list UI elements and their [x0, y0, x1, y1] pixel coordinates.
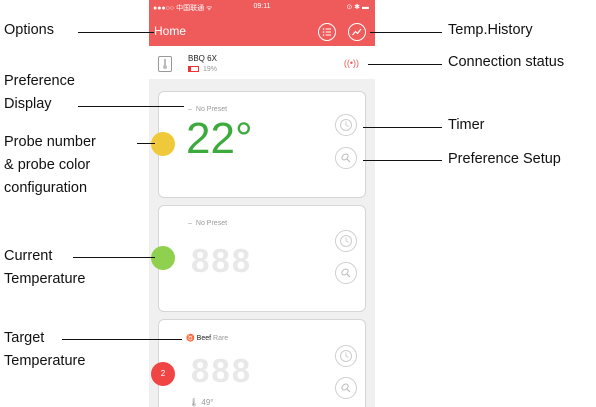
temperature-placeholder: 888 — [191, 242, 253, 279]
label-current-temp-1: Current — [4, 248, 53, 264]
current-temperature: 22° — [186, 114, 253, 163]
bull-icon: ♉ — [186, 335, 195, 342]
label-temp-history: Temp.History — [448, 22, 533, 38]
preset-label: No Preset — [195, 106, 228, 113]
drumstick-gear-icon — [341, 153, 351, 163]
nav-bar: Home — [149, 14, 375, 46]
phone-screen: ●●●○○ 中国联通 ᯤ 09:11 ⊙ ✱ ▬ Home BBQ 6X 19%… — [149, 0, 375, 407]
leader-line — [370, 32, 442, 33]
label-probe-config-1: Probe number — [4, 134, 96, 150]
leader-line — [137, 143, 155, 144]
timer-button[interactable] — [335, 230, 357, 252]
device-name: BBQ 6X — [188, 54, 217, 63]
leader-line — [363, 160, 442, 161]
label-connection-status: Connection status — [448, 54, 565, 70]
options-button[interactable] — [318, 23, 336, 41]
temperature-placeholder: 888 — [191, 352, 253, 389]
preset-dash: – — [188, 220, 192, 227]
probe-card-3[interactable]: ♉ Beef Rare 2 888 🌡 49° — [151, 319, 366, 407]
status-icons: ⊙ ✱ ▬ — [346, 4, 369, 11]
drumstick-gear-icon — [341, 268, 351, 278]
trend-chart-icon — [352, 28, 362, 36]
label-timer: Timer — [448, 117, 485, 133]
device-row[interactable]: BBQ 6X 19% ((•)) — [149, 46, 375, 79]
clock-icon — [340, 235, 352, 247]
leader-line — [368, 64, 442, 65]
timer-button[interactable] — [335, 114, 357, 136]
thermometer-device-icon — [158, 56, 172, 72]
battery-icon — [188, 66, 199, 73]
target-temperature-value: 49° — [201, 398, 214, 407]
preference-setup-button[interactable] — [335, 377, 357, 399]
label-target-temp-2: Temperature — [4, 353, 86, 369]
label-target-temp-1: Target — [4, 330, 45, 346]
target-temperature-small: 🌡 49° — [189, 398, 214, 407]
list-icon — [322, 28, 331, 36]
probe-color-dot[interactable] — [151, 246, 175, 270]
label-preference-setup: Preference Setup — [448, 151, 561, 167]
leader-line — [78, 106, 184, 107]
battery-level: 19% — [188, 66, 217, 73]
label-options: Options — [4, 22, 54, 38]
leader-line — [62, 339, 182, 340]
wireless-signal-icon: ((•)) — [343, 58, 359, 68]
timer-button[interactable] — [335, 345, 357, 367]
page-title: Home — [154, 24, 187, 38]
preset-display[interactable]: – No Preset — [188, 106, 227, 113]
drumstick-gear-icon — [341, 383, 351, 393]
probe-color-dot[interactable]: 2 — [151, 362, 175, 386]
preset-display[interactable]: – No Preset — [188, 220, 227, 227]
clock-icon — [340, 350, 352, 362]
temp-history-button[interactable] — [348, 23, 366, 41]
clock-icon — [340, 119, 352, 131]
preset-meat: Beef — [196, 335, 212, 342]
preset-display[interactable]: ♉ Beef Rare — [186, 334, 228, 342]
label-preference-display-1: Preference — [4, 73, 75, 89]
probe-card-1[interactable]: – No Preset 22° — [151, 91, 366, 198]
leader-line — [363, 127, 442, 128]
leader-line — [73, 257, 155, 258]
probe-card-2[interactable]: – No Preset 888 — [151, 205, 366, 312]
label-current-temp-2: Temperature — [4, 271, 86, 287]
preset-doneness: Rare — [213, 335, 229, 342]
leader-line — [78, 32, 154, 33]
battery-percent: 19% — [203, 66, 218, 73]
preset-label: No Preset — [195, 220, 228, 227]
label-preference-display-2: Display — [4, 96, 52, 112]
status-bar: ●●●○○ 中国联通 ᯤ 09:11 ⊙ ✱ ▬ — [149, 0, 375, 14]
label-probe-config-3: configuration — [4, 180, 88, 196]
preference-setup-button[interactable] — [335, 147, 357, 169]
preference-setup-button[interactable] — [335, 262, 357, 284]
preset-dash: – — [188, 106, 192, 113]
probe-color-dot[interactable] — [151, 132, 175, 156]
label-probe-config-2: & probe color — [4, 157, 91, 173]
clock: 09:11 — [253, 3, 271, 10]
